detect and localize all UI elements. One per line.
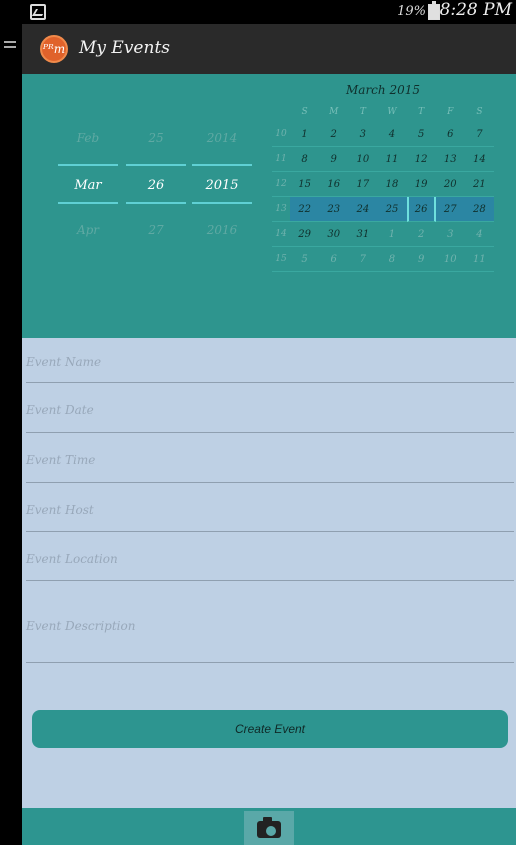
calendar-grid: S M T W T F S 10 1 2 3 4 5 6 7 11 8 9 10 11 12 13 14 12 1… bbox=[272, 102, 494, 272]
calendar-day[interactable]: 5 bbox=[406, 122, 436, 147]
calendar-day[interactable]: 10 bbox=[435, 247, 465, 272]
event-description-placeholder: Event Description bbox=[26, 619, 136, 633]
calendar-month-title: March 2015 bbox=[346, 83, 420, 97]
week-number: 15 bbox=[272, 247, 290, 272]
spinner-year-prev[interactable]: 2014 bbox=[192, 124, 252, 152]
week-number: 11 bbox=[272, 147, 290, 172]
date-picker: Feb Mar Apr 25 26 27 2014 2015 2016 Marc… bbox=[22, 74, 516, 338]
calendar-day[interactable]: 10 bbox=[348, 147, 378, 172]
camera-icon bbox=[257, 817, 281, 838]
calendar-day[interactable]: 6 bbox=[435, 122, 465, 147]
calendar-day[interactable]: 1 bbox=[290, 122, 320, 147]
weekday-header: F bbox=[447, 107, 454, 117]
page-title: My Events bbox=[79, 38, 170, 58]
calendar-day[interactable]: 7 bbox=[464, 122, 494, 147]
calendar-day[interactable]: 21 bbox=[464, 172, 494, 197]
calendar-day[interactable]: 8 bbox=[377, 247, 407, 272]
calendar-day[interactable]: 8 bbox=[290, 147, 320, 172]
bottom-bar bbox=[22, 808, 516, 845]
menu-icon[interactable] bbox=[4, 41, 16, 53]
event-date-placeholder: Event Date bbox=[26, 403, 94, 417]
calendar-day[interactable]: 18 bbox=[377, 172, 407, 197]
event-time-placeholder: Event Time bbox=[26, 453, 96, 467]
spinner-month-prev[interactable]: Feb bbox=[58, 124, 118, 152]
calendar-day[interactable]: 3 bbox=[435, 222, 465, 247]
weekday-header: T bbox=[418, 107, 425, 117]
calendar-day[interactable]: 2 bbox=[319, 122, 349, 147]
create-event-button[interactable]: Create Event bbox=[32, 710, 508, 748]
calendar-day[interactable]: 23 bbox=[319, 197, 349, 222]
year-spinner[interactable]: 2014 2015 2016 bbox=[192, 124, 252, 244]
spinner-day-prev[interactable]: 25 bbox=[126, 124, 186, 152]
calendar-day[interactable]: 9 bbox=[319, 147, 349, 172]
status-time: 8:28 PM bbox=[439, 0, 512, 20]
calendar-day[interactable]: 30 bbox=[319, 222, 349, 247]
event-name-field[interactable]: Event Name bbox=[26, 338, 514, 383]
spinner-month-next[interactable]: Apr bbox=[58, 216, 118, 244]
calendar-day[interactable]: 9 bbox=[406, 247, 436, 272]
week-number-header bbox=[272, 102, 290, 122]
calendar-day[interactable]: 22 bbox=[290, 197, 320, 222]
weekday-header: T bbox=[359, 107, 366, 117]
calendar-day[interactable]: 31 bbox=[348, 222, 378, 247]
calendar-day[interactable]: 7 bbox=[348, 247, 378, 272]
event-date-field[interactable]: Event Date bbox=[26, 383, 514, 433]
calendar-day[interactable]: 1 bbox=[377, 222, 407, 247]
status-bar: 19% 8:28 PM bbox=[22, 0, 516, 24]
event-name-placeholder: Event Name bbox=[26, 355, 102, 369]
calendar-day[interactable]: 12 bbox=[406, 147, 436, 172]
calendar-day[interactable]: 20 bbox=[435, 172, 465, 197]
calendar-day[interactable]: 5 bbox=[290, 247, 320, 272]
weekday-header: S bbox=[476, 107, 483, 117]
calendar-day[interactable]: 19 bbox=[406, 172, 436, 197]
event-host-placeholder: Event Host bbox=[26, 503, 94, 517]
event-location-field[interactable]: Event Location bbox=[26, 532, 514, 581]
spinner-year-selected[interactable]: 2015 bbox=[192, 164, 252, 204]
calendar-day[interactable]: 11 bbox=[377, 147, 407, 172]
event-form: Event Name Event Date Event Time Event H… bbox=[22, 338, 516, 808]
calendar-day[interactable]: 14 bbox=[464, 147, 494, 172]
battery-icon bbox=[428, 1, 440, 20]
gallery-notification-icon bbox=[30, 4, 46, 20]
calendar-day[interactable]: 24 bbox=[348, 197, 378, 222]
event-description-field[interactable]: Event Description bbox=[26, 581, 514, 663]
calendar-day[interactable]: 4 bbox=[464, 222, 494, 247]
app-logo-icon[interactable]: ᴾᴿm bbox=[40, 35, 68, 63]
calendar-day[interactable]: 6 bbox=[319, 247, 349, 272]
spinner-month-selected[interactable]: Mar bbox=[58, 164, 118, 204]
calendar-day[interactable]: 11 bbox=[464, 247, 494, 272]
calendar-day[interactable]: 2 bbox=[406, 222, 436, 247]
event-location-placeholder: Event Location bbox=[26, 552, 118, 566]
calendar-day[interactable]: 28 bbox=[464, 197, 494, 222]
calendar-day[interactable]: 13 bbox=[435, 147, 465, 172]
calendar-day[interactable]: 3 bbox=[348, 122, 378, 147]
spinner-day-next[interactable]: 27 bbox=[126, 216, 186, 244]
spinner-day-selected[interactable]: 26 bbox=[126, 164, 186, 204]
spinner-year-next[interactable]: 2016 bbox=[192, 216, 252, 244]
weekday-header: S bbox=[301, 107, 308, 117]
calendar-day[interactable]: 16 bbox=[319, 172, 349, 197]
day-spinner[interactable]: 25 26 27 bbox=[126, 124, 186, 244]
calendar-day[interactable]: 15 bbox=[290, 172, 320, 197]
week-number: 14 bbox=[272, 222, 290, 247]
calendar-day[interactable]: 25 bbox=[377, 197, 407, 222]
weekday-header: M bbox=[329, 107, 339, 117]
action-bar: ᴾᴿm My Events bbox=[4, 24, 516, 74]
calendar-view: March 2015 S M T W T F S 10 1 2 3 4 5 6 7 11 8 9 10… bbox=[272, 78, 494, 272]
weekday-header: W bbox=[387, 107, 397, 117]
month-spinner[interactable]: Feb Mar Apr bbox=[58, 124, 118, 244]
calendar-day[interactable]: 29 bbox=[290, 222, 320, 247]
week-number: 13 bbox=[272, 197, 290, 222]
calendar-day[interactable]: 27 bbox=[435, 197, 465, 222]
calendar-day[interactable]: 17 bbox=[348, 172, 378, 197]
calendar-day[interactable]: 4 bbox=[377, 122, 407, 147]
week-number: 12 bbox=[272, 172, 290, 197]
battery-percentage: 19% bbox=[397, 4, 426, 19]
camera-button[interactable] bbox=[244, 811, 294, 845]
calendar-day[interactable]: 26 bbox=[406, 197, 436, 222]
week-number: 10 bbox=[272, 122, 290, 147]
event-time-field[interactable]: Event Time bbox=[26, 433, 514, 483]
event-host-field[interactable]: Event Host bbox=[26, 483, 514, 532]
